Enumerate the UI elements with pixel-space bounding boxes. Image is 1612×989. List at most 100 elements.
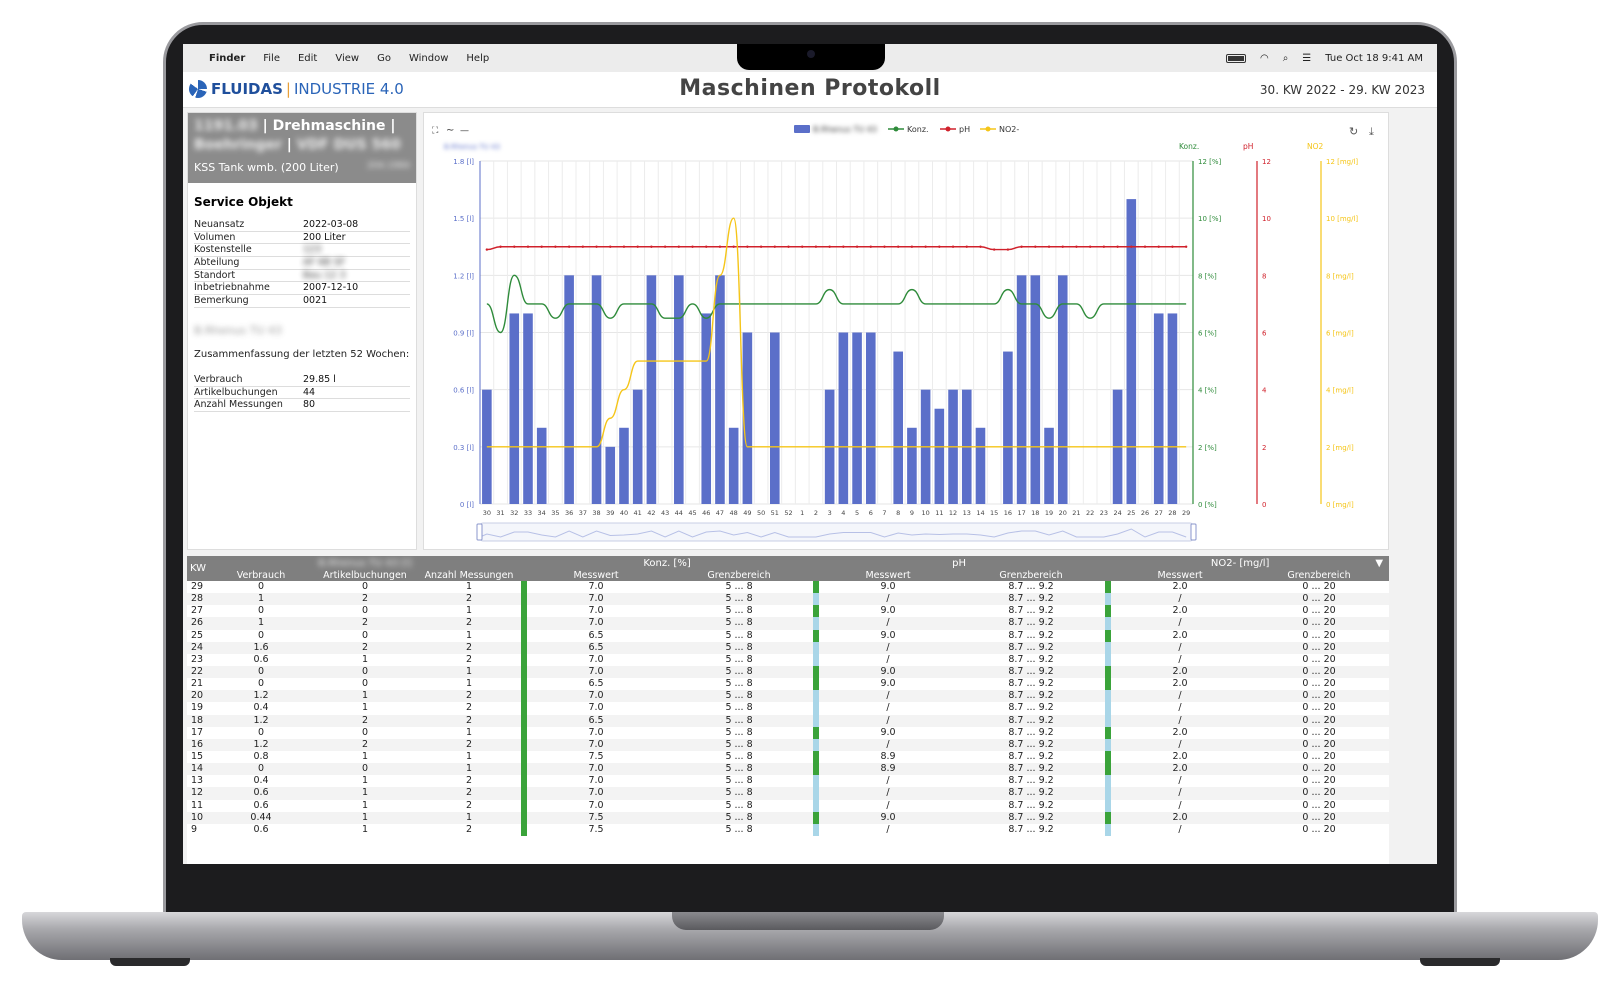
menu-view[interactable]: View bbox=[335, 53, 359, 64]
legend-label[interactable]: pH bbox=[959, 125, 970, 134]
zoom-slider[interactable] bbox=[479, 522, 1194, 542]
table-row[interactable]: 15 0.8 1 1 7.5 5 ... 8 8.9 8.7 ... 9.2 2.0 0 ... … bbox=[187, 750, 1389, 764]
menu-edit[interactable]: Edit bbox=[298, 53, 317, 64]
cell-no2-messwert: 2.0 bbox=[1172, 605, 1188, 617]
table-row[interactable]: 13 0.4 1 2 7.0 5 ... 8 / 8.7 ... 9.2 / 0 ... 20 bbox=[187, 775, 1389, 788]
bar[interactable] bbox=[769, 332, 780, 505]
header-no2-grenzbereich[interactable]: Grenzbereich bbox=[1249, 570, 1389, 581]
ph-point bbox=[759, 245, 763, 248]
bar[interactable] bbox=[728, 427, 739, 504]
table-row[interactable]: 16 1.2 2 2 7.0 5 ... 8/8.7 ... 9.2/0 ... 20 bbox=[187, 738, 1389, 751]
menubar-clock[interactable]: Tue Oct 18 9:41 AM bbox=[1325, 53, 1423, 64]
bar[interactable] bbox=[838, 332, 849, 505]
battery-icon[interactable] bbox=[1225, 53, 1246, 63]
bar[interactable] bbox=[674, 275, 684, 504]
table-row[interactable]: 12 0.6 1 2 7.0 5 ... 8/8.7 ... 9.2/0 ... 20 bbox=[187, 787, 1389, 800]
bar[interactable] bbox=[619, 427, 629, 504]
header-konz-messwert[interactable]: Messwert bbox=[527, 570, 666, 581]
menu-app-name[interactable]: Finder bbox=[209, 53, 245, 64]
header-ph-grenzbereich[interactable]: Grenzbereich bbox=[957, 570, 1106, 581]
header-verbrauch[interactable]: Verbrauch bbox=[209, 570, 313, 581]
combined-chart[interactable]: ⛶ ∼ — ↻ ⤓ B.Rhenus TU 43 Konz. pH NO2- B.Rhenus T… bbox=[424, 113, 1390, 551]
bar[interactable] bbox=[632, 389, 643, 504]
header-ph-messwert[interactable]: Messwert bbox=[819, 570, 958, 581]
table-row[interactable]: 19 0.4 1 2 7.0 5 ... 8 / 8.7 ... 9.2 / 0 ... 20 bbox=[187, 702, 1389, 715]
download-icon[interactable]: ⤓ bbox=[1369, 125, 1374, 138]
no2-axis-tick-label: 8 [mg/l] bbox=[1326, 272, 1354, 280]
table-row[interactable]: 17 0 0 1 7.0 5 ... 8 9.0 8.7 ... 9.2 2.0 0 ... 20 bbox=[187, 726, 1389, 739]
bar[interactable] bbox=[715, 275, 725, 504]
ph-point bbox=[663, 245, 667, 248]
table-row[interactable]: 22 0 0 1 7.0 5 ... 8 9.0 8.7 ... 9.2 2.0 0 ... 20 bbox=[187, 665, 1389, 679]
line-mode-icon[interactable]: ∼ bbox=[446, 125, 454, 136]
bar[interactable] bbox=[509, 313, 520, 504]
legend-label[interactable]: Konz. bbox=[907, 125, 929, 134]
header-kw[interactable]: KW bbox=[187, 556, 209, 581]
table-row[interactable]: 10 0.44 1 1 7.5 5 ... 8 9.0 8.7 ... 9.2 2.0 0 ...… bbox=[187, 811, 1389, 824]
table-row[interactable]: 25 0 0 1 6.5 5 ... 8 9.0 8.7 ... 9.2 2.0 0 ... 20 bbox=[187, 629, 1389, 642]
table-row[interactable]: 20 1.2 1 2 7.0 5 ... 8/8.7 ... 9.2/0 ... 20 bbox=[187, 690, 1389, 703]
zoom-handle-right[interactable] bbox=[1190, 523, 1197, 541]
table-row[interactable]: 23 0.6 1 2 7.0 5 ... 8 / 8.7 ... 9.2 / 0 ... 20 bbox=[187, 653, 1389, 666]
search-icon[interactable]: ⌕ bbox=[1283, 53, 1289, 64]
bar[interactable] bbox=[934, 408, 945, 504]
table-row[interactable]: 9 0.6 1 2 7.5 5 ... 8 / 8.7 ... 9.2 / 0 ... 20 bbox=[187, 823, 1389, 836]
legend-label[interactable]: NO2- bbox=[999, 125, 1019, 134]
control-center-icon[interactable]: ☰ bbox=[1302, 53, 1311, 64]
bar[interactable] bbox=[1030, 275, 1041, 504]
header-no2-messwert[interactable]: Messwert bbox=[1111, 570, 1250, 581]
cell-messungen: 2 bbox=[417, 641, 522, 654]
bar[interactable] bbox=[1057, 275, 1068, 504]
menu-window[interactable]: Window bbox=[409, 53, 448, 64]
header-anzahl-messungen[interactable]: Anzahl Messungen bbox=[417, 570, 522, 581]
bar[interactable] bbox=[646, 275, 657, 504]
bar[interactable] bbox=[865, 332, 876, 505]
x-axis-tick-label: 27 bbox=[1155, 509, 1163, 517]
header-artikelbuchungen[interactable]: Artikelbuchungen bbox=[313, 570, 417, 581]
bar[interactable] bbox=[1153, 313, 1164, 504]
konz-axis-tick-label: 12 [%] bbox=[1198, 158, 1222, 166]
table-row[interactable]: 26 1 2 2 7.0 5 ... 8/8.7 ... 9.2/0 ... 20 bbox=[187, 617, 1389, 630]
cell-ph-grenzbereich: 8.7 ... 9.2 bbox=[957, 641, 1106, 654]
cell-kw: 16 bbox=[187, 738, 209, 751]
bar[interactable] bbox=[536, 427, 547, 504]
table-row[interactable]: 24 1.6 2 2 6.5 5 ... 8/8.7 ... 9.2/0 ... 20 bbox=[187, 641, 1389, 654]
table-row[interactable]: 28 1 2 2 7.0 5 ... 8/8.7 ... 9.2/0 ... 20 bbox=[187, 593, 1389, 606]
menu-file[interactable]: File bbox=[263, 53, 280, 64]
table-row[interactable]: 14 0 0 1 7.0 5 ... 8 8.9 8.7 ... 9.2 2.0 0 ... 20 bbox=[187, 763, 1389, 776]
cell-no2-grenzbereich: 0 ... 20 bbox=[1249, 617, 1389, 630]
bar[interactable] bbox=[523, 313, 533, 504]
bar[interactable] bbox=[852, 332, 862, 505]
bar[interactable] bbox=[1126, 199, 1137, 504]
bar[interactable] bbox=[893, 351, 904, 504]
bar[interactable] bbox=[564, 275, 574, 504]
header-konz-grenzbereich[interactable]: Grenzbereich bbox=[665, 570, 814, 581]
x-axis-tick-label: 26 bbox=[1141, 509, 1149, 517]
bar[interactable] bbox=[1016, 275, 1027, 504]
bar[interactable] bbox=[605, 446, 616, 504]
table-row[interactable]: 27 0 0 1 7.0 5 ... 8 9.0 8.7 ... 9.2 2.0 0 ... 20 bbox=[187, 605, 1389, 618]
zoom-handle-left[interactable] bbox=[476, 523, 483, 541]
bar[interactable] bbox=[1167, 313, 1178, 504]
legend-label[interactable]: B.Rhenus TU 43 bbox=[813, 125, 877, 134]
table-row[interactable]: 29 0 0 1 7.0 5 ... 8 9.0 8.7 ... 9.2 2.0 0 ... 20 bbox=[187, 581, 1389, 594]
bar[interactable] bbox=[1003, 351, 1013, 504]
ph-point bbox=[513, 245, 516, 248]
bar[interactable] bbox=[591, 275, 602, 504]
menu-go[interactable]: Go bbox=[377, 53, 391, 64]
table-row[interactable]: 11 0.6 1 2 7.0 5 ... 8 / 8.7 ... 9.2 / 0 ... 20 bbox=[187, 799, 1389, 812]
table-row[interactable]: 18 1.2 2 2 6.5 5 ... 8/8.7 ... 9.2/0 ... 20 bbox=[187, 714, 1389, 727]
bar[interactable] bbox=[975, 427, 986, 504]
bar[interactable] bbox=[701, 313, 712, 504]
refresh-icon[interactable]: ↻ bbox=[1349, 125, 1358, 138]
table-row[interactable]: 21 0 0 1 6.5 5 ... 8 9.0 8.7 ... 9.2 2.0 0 ... 20 bbox=[187, 678, 1389, 691]
wifi-icon[interactable]: ◠ bbox=[1260, 53, 1269, 64]
fullscreen-icon[interactable]: ⛶ bbox=[431, 125, 439, 136]
menu-help[interactable]: Help bbox=[466, 53, 489, 64]
machine-header: 1191.03 | Drehmaschine | Boehringer | VD… bbox=[188, 113, 416, 183]
cell-no2-messwert: / bbox=[1111, 714, 1250, 727]
bar-mode-icon[interactable]: — bbox=[460, 126, 469, 136]
sort-down-icon[interactable]: ▼ bbox=[1375, 558, 1383, 569]
bar[interactable] bbox=[1044, 427, 1054, 504]
bar[interactable] bbox=[907, 427, 917, 504]
